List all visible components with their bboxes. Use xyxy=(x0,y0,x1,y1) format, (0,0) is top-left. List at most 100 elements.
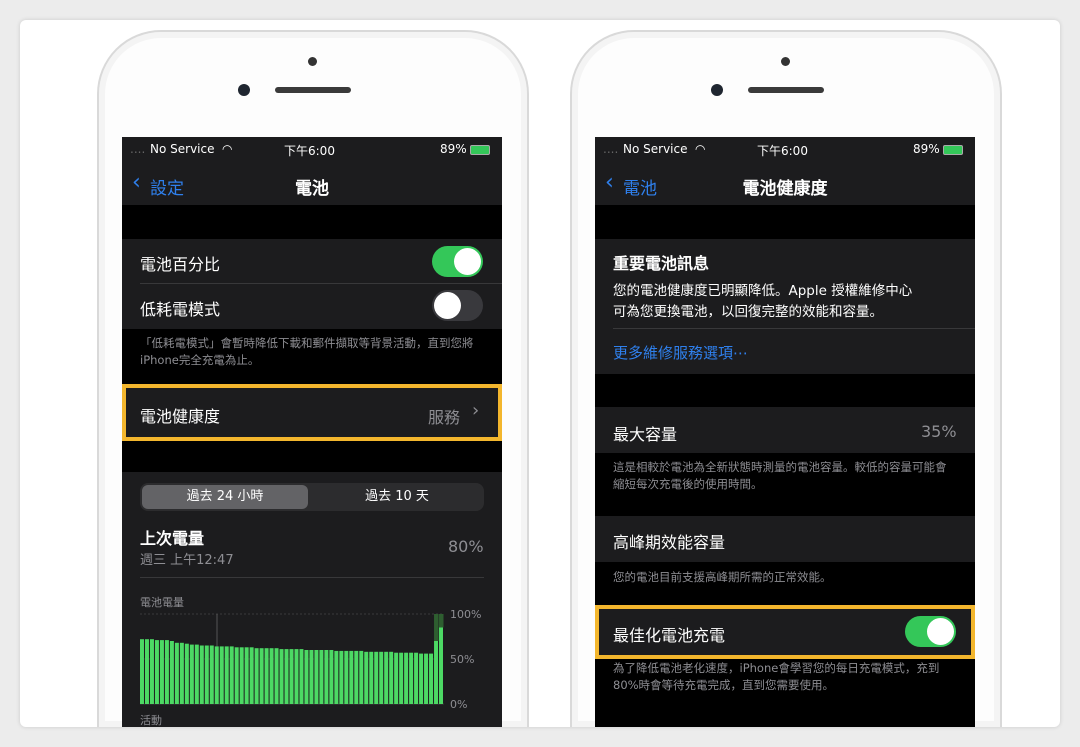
battery-screen: .... No Service ◠ 下午6:00 89% ‹ 設定 電池 電池百… xyxy=(122,137,502,727)
max-capacity-label: 最大容量 xyxy=(613,425,678,444)
segment-24h[interactable]: 過去 24 小時 xyxy=(142,485,308,509)
battery-percent: 89% xyxy=(440,142,467,156)
battery-bar xyxy=(264,648,269,704)
image-card: .... No Service ◠ 下午6:00 89% ‹ 設定 電池 電池百… xyxy=(20,20,1060,727)
divider xyxy=(140,283,502,284)
last-charge-value: 80% xyxy=(448,537,484,556)
battery-bar xyxy=(249,647,254,704)
y-tick-label: 100% xyxy=(450,608,481,621)
charging-hatch xyxy=(439,614,444,628)
charging-hatch xyxy=(434,614,439,641)
battery-bar xyxy=(174,642,179,704)
signal-icon: .... xyxy=(130,142,146,156)
battery-bar xyxy=(429,653,434,704)
battery-bar xyxy=(399,652,404,704)
battery-bar xyxy=(409,652,414,704)
battery-bar xyxy=(274,648,279,704)
divider xyxy=(140,577,484,578)
low-power-footer: 「低耗電模式」會暫時降低下載和郵件擷取等背景活動，直到您將iPhone完全充電為… xyxy=(140,336,474,367)
front-camera-icon xyxy=(238,84,250,96)
battery-bar xyxy=(144,639,149,704)
battery-health-label[interactable]: 電池健康度 xyxy=(140,403,220,427)
clock: 下午6:00 xyxy=(284,144,335,158)
battery-health-value: 服務 xyxy=(428,408,461,427)
battery-bar xyxy=(209,645,214,704)
battery-bar xyxy=(179,642,184,704)
battery-bar xyxy=(140,639,144,704)
battery-bar xyxy=(389,651,394,704)
signal-icon: .... xyxy=(603,142,619,156)
battery-bar xyxy=(194,644,199,704)
battery-bar xyxy=(149,639,154,704)
battery-percentage-label: 電池百分比 xyxy=(140,255,221,274)
proximity-sensor xyxy=(308,57,317,66)
battery-bar xyxy=(384,651,389,704)
battery-bar xyxy=(154,640,159,704)
battery-bar xyxy=(314,650,319,704)
important-text-1: 您的電池健康度已明顯降低。Apple 授權維修中心 xyxy=(613,283,913,299)
battery-bar xyxy=(379,651,384,704)
divider xyxy=(613,328,975,329)
segment-10d[interactable]: 過去 10 天 xyxy=(314,485,480,509)
optimized-charging-label: 最佳化電池充電 xyxy=(613,626,726,645)
battery-bar xyxy=(214,646,219,704)
battery-bar xyxy=(369,651,374,704)
carrier-text: No Service xyxy=(623,142,688,156)
battery-bar xyxy=(394,652,399,704)
peak-performance-footer: 您的電池目前支援高峰期所需的正常效能。 xyxy=(613,570,832,584)
clock: 下午6:00 xyxy=(757,144,808,158)
battery-bar xyxy=(324,650,329,704)
battery-bar xyxy=(279,649,284,704)
peak-performance-label: 高峰期效能容量 xyxy=(613,533,726,552)
y-tick-label: 0% xyxy=(450,698,467,711)
earpiece-speaker xyxy=(748,87,824,93)
wifi-icon: ◠ xyxy=(695,142,706,156)
battery-bar xyxy=(169,641,174,704)
page-title: 電池健康度 xyxy=(742,179,828,199)
battery-bar xyxy=(239,647,244,704)
wifi-icon: ◠ xyxy=(222,142,233,156)
optimized-charging-footer: 為了降低電池老化速度，iPhone會學習您的每日充電模式，充到80%時會等待充電… xyxy=(613,661,940,692)
battery-bar xyxy=(299,649,304,704)
battery-bar xyxy=(424,653,429,704)
battery-bar xyxy=(204,645,209,704)
battery-bar xyxy=(304,650,309,704)
battery-bar xyxy=(234,647,239,704)
battery-bar xyxy=(259,648,264,704)
max-capacity-footer: 這是相較於電池為全新狀態時測量的電池容量。較低的容量可能會縮短每次充電後的使用時… xyxy=(613,460,947,491)
battery-bar xyxy=(349,650,354,704)
activity-label: 活動 xyxy=(140,714,162,727)
battery-bar xyxy=(269,648,274,704)
battery-bar xyxy=(219,646,224,704)
segmented-control: 過去 24 小時 過去 10 天 xyxy=(140,483,484,511)
battery-bar xyxy=(284,649,289,704)
battery-bar xyxy=(184,643,189,704)
battery-bar xyxy=(289,649,294,704)
battery-bar xyxy=(329,650,334,704)
battery-bar xyxy=(334,650,339,704)
carrier-text: No Service xyxy=(150,142,215,156)
battery-percent: 89% xyxy=(913,142,940,156)
important-title: 重要電池訊息 xyxy=(613,254,710,273)
last-charge-label: 上次電量 xyxy=(140,529,205,548)
earpiece-speaker xyxy=(275,87,351,93)
battery-health-screen: .... No Service ◠ 下午6:00 89% ‹ 電池 電池健康度 … xyxy=(595,137,975,727)
battery-bar xyxy=(294,649,299,704)
battery-bar xyxy=(344,650,349,704)
battery-bar xyxy=(364,651,369,704)
battery-bar xyxy=(159,640,164,704)
battery-percentage-toggle[interactable] xyxy=(432,246,483,277)
optimized-charging-toggle[interactable] xyxy=(905,616,956,647)
battery-charging-icon xyxy=(943,145,963,155)
battery-bar xyxy=(434,641,439,704)
battery-bar xyxy=(359,650,364,704)
front-camera-icon xyxy=(711,84,723,96)
battery-bar xyxy=(419,653,424,704)
battery-bar xyxy=(309,650,314,704)
last-charge-time: 週三 上午12:47 xyxy=(140,553,234,568)
battery-bar xyxy=(189,644,194,704)
chevron-right-icon: › xyxy=(472,400,480,421)
low-power-label: 低耗電模式 xyxy=(140,300,221,319)
more-service-options-link[interactable]: 更多維修服務選項⋯ xyxy=(613,342,748,363)
low-power-toggle[interactable] xyxy=(432,290,483,321)
